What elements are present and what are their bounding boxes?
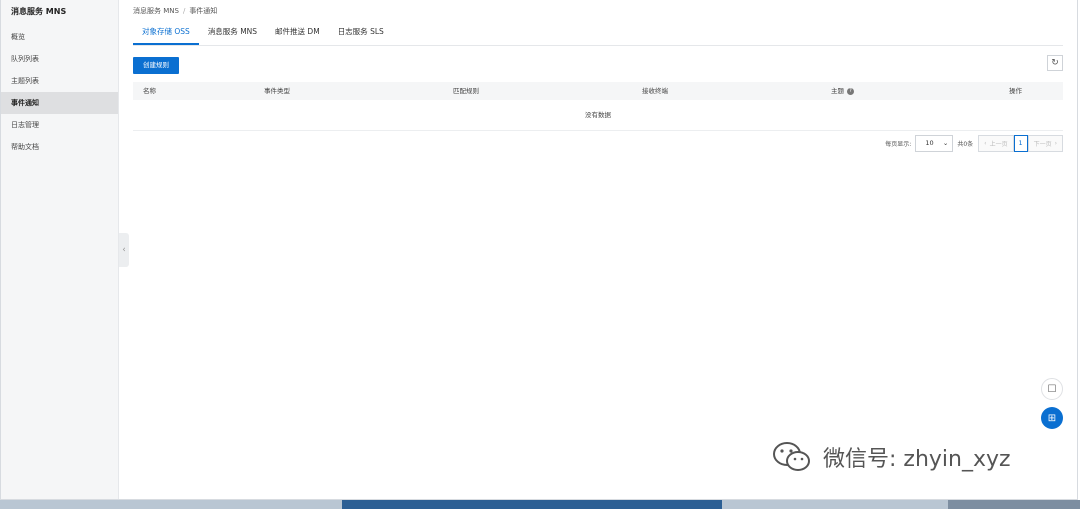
next-page-label: 下一页	[1033, 140, 1052, 148]
toolbar: 创建规则 ↻	[133, 46, 1063, 82]
sidebar-item-overview[interactable]: 概览	[1, 26, 118, 48]
pagination: 每页显示: 10 ⌄ 共0条 ‹ 上一页 1 下一页 ›	[885, 134, 1063, 152]
column-header-name: 名称	[143, 87, 156, 95]
sidebar-item-topic-list[interactable]: 主题列表	[1, 70, 118, 92]
apps-grid-icon: ⊞	[1047, 412, 1057, 424]
page-size-select[interactable]: 10 ⌄	[915, 134, 954, 152]
sidebar-item-help-docs[interactable]: 帮助文档	[1, 136, 118, 158]
page-size-label: 每页显示:	[885, 140, 912, 148]
service-tabs: 对象存储 OSS 消息服务 MNS 邮件推送 DM 日志服务 SLS	[133, 20, 1063, 46]
breadcrumb-current: 事件通知	[189, 7, 218, 15]
column-header-endpoint: 接收终端	[642, 87, 668, 95]
column-header-topic-label: 主题	[831, 87, 844, 95]
chevron-left-icon: ‹	[984, 139, 987, 147]
taskbar	[0, 500, 1080, 509]
taskbar-active-app[interactable]	[342, 500, 722, 509]
sidebar-collapse-handle[interactable]: ‹	[119, 233, 129, 267]
sidebar-title: 消息服务 MNS	[11, 7, 67, 16]
wechat-logo-icon	[773, 442, 810, 471]
sidebar-item-queue-list[interactable]: 队列列表	[1, 48, 118, 70]
chat-icon: ☐	[1047, 383, 1057, 395]
main-content: 消息服务 MNS / 事件通知 对象存储 OSS 消息服务 MNS 邮件推送 DM …	[133, 0, 1063, 499]
sidebar: 消息服务 MNS 概览 队列列表 主题列表 事件通知 日志管理 帮助文档	[1, 0, 119, 499]
breadcrumb-parent[interactable]: 消息服务 MNS	[133, 7, 179, 15]
refresh-icon: ↻	[1051, 58, 1059, 68]
sidebar-item-event-notification[interactable]: 事件通知	[1, 92, 118, 114]
current-page[interactable]: 1	[1013, 134, 1028, 152]
refresh-button[interactable]: ↻	[1047, 55, 1063, 71]
watermark-text: 微信号: zhyin_xyz	[823, 447, 1011, 472]
column-header-topic: 主题?	[831, 82, 1009, 100]
tab-sls[interactable]: 日志服务 SLS	[329, 20, 393, 45]
chevron-right-icon: ›	[1054, 139, 1057, 147]
chevron-left-icon: ‹	[122, 245, 126, 255]
console-window: 消息服务 MNS 概览 队列列表 主题列表 事件通知 日志管理 帮助文档 ‹ 消…	[0, 0, 1078, 500]
taskbar-tray	[948, 500, 1080, 509]
tab-mns[interactable]: 消息服务 MNS	[199, 20, 266, 45]
prev-page-label: 上一页	[989, 140, 1008, 148]
sidebar-item-log-management[interactable]: 日志管理	[1, 114, 118, 136]
apps-button[interactable]: ⊞	[1041, 407, 1063, 429]
column-header-actions: 操作	[1009, 87, 1022, 95]
tab-oss[interactable]: 对象存储 OSS	[133, 20, 199, 45]
create-rule-button[interactable]: 创建规则	[133, 57, 179, 74]
prev-page-button[interactable]: ‹ 上一页	[978, 134, 1014, 152]
column-header-match-rule: 匹配规则	[453, 87, 479, 95]
column-header-event-type: 事件类型	[264, 87, 290, 95]
page-size-value: 10	[925, 139, 934, 147]
breadcrumb-separator: /	[182, 7, 186, 15]
next-page-button[interactable]: 下一页 ›	[1027, 134, 1063, 152]
feedback-button[interactable]: ☐	[1041, 378, 1063, 400]
empty-table-message: 没有数据	[133, 100, 1063, 131]
total-count: 共0条	[957, 140, 974, 148]
sidebar-nav: 概览 队列列表 主题列表 事件通知 日志管理 帮助文档	[1, 26, 118, 158]
wechat-watermark: 微信号: zhyin_xyz	[771, 440, 1011, 474]
chevron-down-icon: ⌄	[942, 139, 949, 147]
breadcrumb: 消息服务 MNS / 事件通知	[133, 0, 1063, 20]
tab-dm[interactable]: 邮件推送 DM	[266, 20, 329, 45]
table-header: 名称 事件类型 匹配规则 接收终端 主题? 操作	[133, 82, 1063, 100]
help-icon[interactable]: ?	[847, 87, 854, 95]
